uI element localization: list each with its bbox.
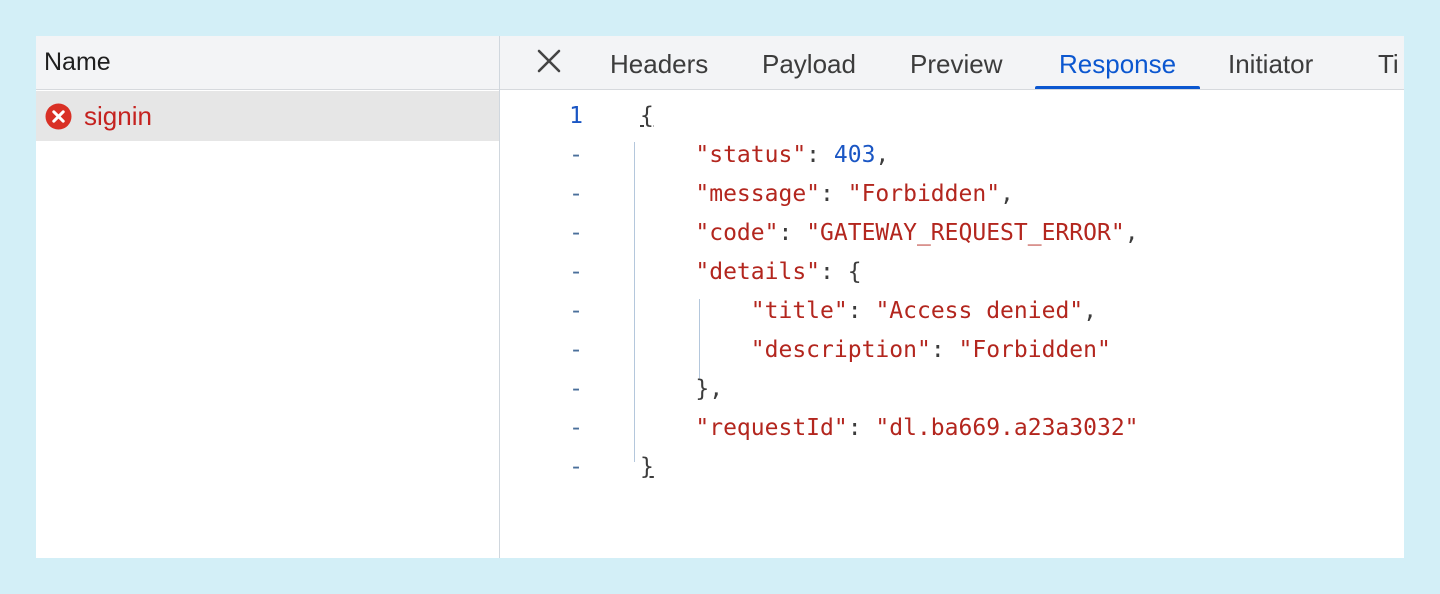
json-punctuation: : bbox=[778, 220, 807, 246]
code-line: - "code": "GATEWAY_REQUEST_ERROR", bbox=[500, 214, 1404, 253]
json-key: "requestId" bbox=[695, 415, 848, 441]
request-list: Name signin bbox=[36, 36, 500, 558]
code-line: - "details": { bbox=[500, 253, 1404, 292]
json-key: "status" bbox=[695, 142, 807, 168]
json-punctuation: : bbox=[847, 415, 876, 441]
fold-marker: - bbox=[569, 376, 583, 402]
json-punctuation: }, bbox=[695, 376, 724, 402]
json-punctuation: , bbox=[875, 142, 890, 168]
code-text: "code": "GATEWAY_REQUEST_ERROR", bbox=[695, 214, 1138, 253]
fold-marker: - bbox=[569, 259, 583, 285]
json-key: "description" bbox=[750, 337, 931, 363]
code-text: } bbox=[640, 448, 654, 487]
request-row[interactable]: signin bbox=[36, 91, 499, 141]
fold-marker: - bbox=[569, 220, 583, 246]
tab-payload[interactable]: Payload bbox=[762, 36, 856, 89]
code-text: { bbox=[640, 97, 654, 136]
response-code-view[interactable]: 1{- "status": 403, - "message": "Forbidden"… bbox=[500, 91, 1404, 558]
code-line: 1{ bbox=[500, 97, 1404, 136]
json-punctuation: : bbox=[930, 337, 959, 363]
code-text: }, bbox=[695, 370, 723, 409]
fold-marker: - bbox=[569, 337, 583, 363]
tab-headers[interactable]: Headers bbox=[610, 36, 708, 89]
code-text: "status": 403, bbox=[695, 136, 889, 175]
code-line: -}, bbox=[500, 370, 1404, 409]
details-pane: Headers Payload Preview Response Initiat… bbox=[500, 36, 1404, 558]
close-icon[interactable] bbox=[536, 48, 562, 74]
line-number: 1 bbox=[569, 103, 583, 129]
code-line: - "status": 403, bbox=[500, 136, 1404, 175]
code-line: - "title": "Access denied", bbox=[500, 292, 1404, 331]
code-text: "title": "Access denied", bbox=[751, 292, 1097, 331]
json-punctuation: : bbox=[820, 181, 848, 207]
fold-marker: - bbox=[569, 142, 583, 168]
json-value: "Access denied" bbox=[875, 298, 1084, 324]
code-text: "details": { bbox=[695, 253, 861, 292]
code-text: "requestId": "dl.ba669.a23a3032" bbox=[695, 409, 1138, 448]
error-circle-icon bbox=[45, 103, 72, 130]
tab-response[interactable]: Response bbox=[1034, 36, 1201, 89]
json-punctuation: : bbox=[820, 259, 848, 285]
code-line: -} bbox=[500, 448, 1404, 487]
json-punctuation: : bbox=[806, 142, 834, 168]
code-line: - "description": "Forbidden" bbox=[500, 331, 1404, 370]
json-key: "code" bbox=[695, 220, 779, 246]
json-key: "title" bbox=[750, 298, 848, 324]
json-value: "dl.ba669.a23a3032" bbox=[875, 415, 1139, 441]
code-text: "message": "Forbidden", bbox=[695, 175, 1014, 214]
json-value: "Forbidden" bbox=[847, 181, 1001, 207]
json-punctuation: , bbox=[1000, 181, 1014, 207]
details-tabbar: Headers Payload Preview Response Initiat… bbox=[500, 36, 1404, 90]
code-line: - "requestId": "dl.ba669.a23a3032" bbox=[500, 409, 1404, 448]
code-line: - "message": "Forbidden", bbox=[500, 175, 1404, 214]
json-value: "GATEWAY_REQUEST_ERROR" bbox=[806, 220, 1125, 246]
tab-initiator[interactable]: Initiator bbox=[1228, 36, 1313, 89]
json-punctuation: , bbox=[1124, 220, 1139, 246]
json-punctuation: } bbox=[640, 454, 654, 480]
json-key: "details" bbox=[695, 259, 821, 285]
devtools-network-panel: Name signin Headers Payload Preview Resp… bbox=[36, 36, 1404, 558]
json-key: "message" bbox=[695, 181, 821, 207]
name-column-header[interactable]: Name bbox=[36, 36, 499, 90]
request-name: signin bbox=[84, 101, 152, 131]
fold-marker: - bbox=[569, 454, 583, 480]
json-value: "Forbidden" bbox=[958, 337, 1111, 363]
json-punctuation: , bbox=[1083, 298, 1098, 324]
code-text: "description": "Forbidden" bbox=[751, 331, 1111, 370]
json-value: 403 bbox=[833, 142, 876, 168]
fold-marker: - bbox=[569, 415, 583, 441]
tab-preview[interactable]: Preview bbox=[910, 36, 1002, 89]
json-punctuation: : bbox=[847, 298, 876, 324]
tab-timing[interactable]: Ti bbox=[1378, 36, 1399, 89]
fold-marker: - bbox=[569, 181, 583, 207]
json-punctuation: { bbox=[640, 103, 654, 129]
fold-marker: - bbox=[569, 298, 583, 324]
json-value: { bbox=[847, 259, 862, 285]
